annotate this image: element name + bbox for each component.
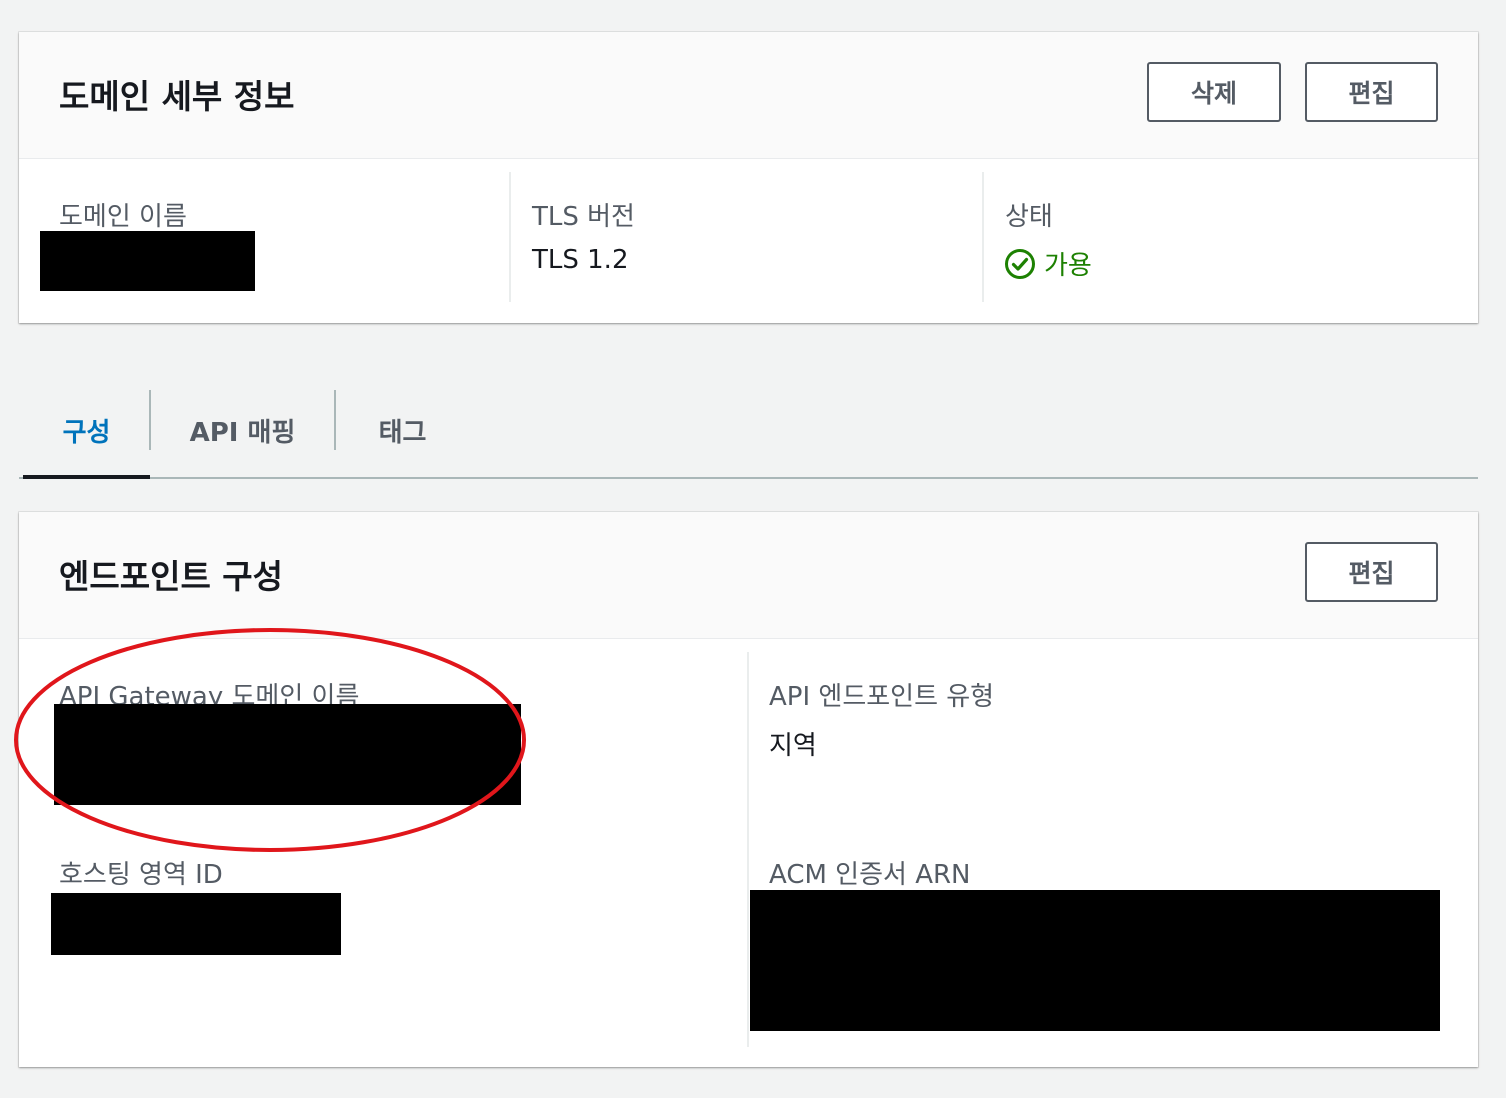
domain-name-redacted bbox=[40, 231, 255, 291]
api-endpoint-type-value: 지역 bbox=[769, 731, 817, 761]
status-value: 가용 bbox=[1044, 251, 1092, 281]
api-gateway-domain-name-redacted bbox=[54, 704, 521, 805]
endpoint-config-panel: 엔드포인트 구성 편집 API Gateway 도메인 이름 호스팅 영역 ID… bbox=[19, 512, 1478, 1067]
column-divider bbox=[747, 652, 749, 1047]
edit-domain-button[interactable]: 편집 bbox=[1305, 62, 1438, 122]
tls-version-label: TLS 버전 bbox=[532, 202, 635, 232]
api-endpoint-type-label: API 엔드포인트 유형 bbox=[769, 682, 995, 712]
column-divider bbox=[509, 172, 511, 302]
status-label: 상태 bbox=[1005, 202, 1053, 232]
endpoint-config-header: 엔드포인트 구성 편집 bbox=[19, 512, 1478, 639]
tls-version-value: TLS 1.2 bbox=[532, 245, 629, 275]
hosted-zone-id-label: 호스팅 영역 ID bbox=[59, 860, 223, 890]
check-circle-icon bbox=[1004, 248, 1036, 280]
tab-configuration[interactable]: 구성 bbox=[23, 385, 150, 475]
status-badge: 가용 bbox=[1004, 245, 1092, 282]
domain-name-label: 도메인 이름 bbox=[59, 202, 187, 232]
delete-button[interactable]: 삭제 bbox=[1147, 62, 1281, 122]
active-tab-indicator bbox=[23, 475, 150, 479]
hosted-zone-id-redacted bbox=[51, 893, 341, 955]
tab-bar: 구성 API 매핑 태그 bbox=[19, 385, 1478, 479]
domain-details-title: 도메인 세부 정보 bbox=[59, 77, 295, 116]
tab-tags[interactable]: 태그 bbox=[336, 385, 469, 475]
acm-certificate-arn-label: ACM 인증서 ARN bbox=[769, 860, 971, 890]
endpoint-config-title: 엔드포인트 구성 bbox=[59, 557, 284, 596]
domain-details-panel: 도메인 세부 정보 삭제 편집 도메인 이름 TLS 버전 TLS 1.2 상태… bbox=[19, 32, 1478, 323]
edit-endpoint-button[interactable]: 편집 bbox=[1305, 542, 1438, 602]
column-divider bbox=[982, 172, 984, 302]
acm-certificate-arn-redacted bbox=[750, 890, 1440, 1031]
tab-api-mappings[interactable]: API 매핑 bbox=[151, 385, 334, 475]
domain-details-header: 도메인 세부 정보 삭제 편집 bbox=[19, 32, 1478, 159]
